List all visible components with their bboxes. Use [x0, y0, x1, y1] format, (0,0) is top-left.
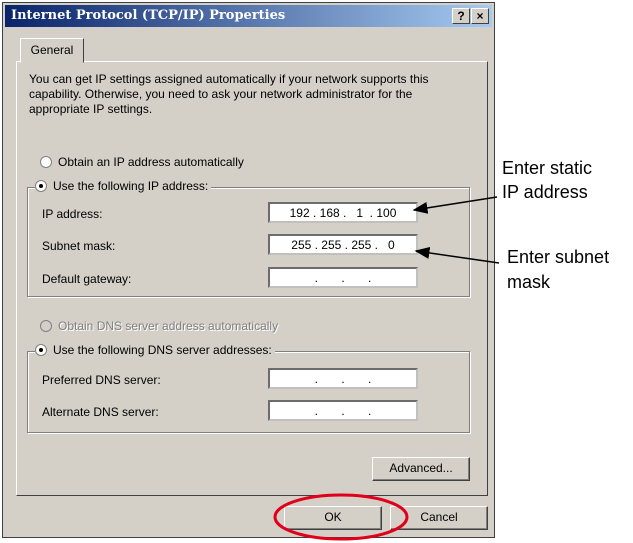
- annotation-static-ip-line1: Enter static: [502, 158, 593, 178]
- ok-highlight-circle: [273, 493, 409, 541]
- annotation-subnet-line1: Enter subnet: [507, 247, 610, 267]
- annotation-subnet-line2: mask: [507, 272, 551, 292]
- annotation-static-ip-line2: IP address: [502, 182, 588, 202]
- tab-general[interactable]: General: [20, 38, 84, 63]
- subnet-arrow: [414, 246, 500, 264]
- static-ip-arrow: [412, 196, 498, 214]
